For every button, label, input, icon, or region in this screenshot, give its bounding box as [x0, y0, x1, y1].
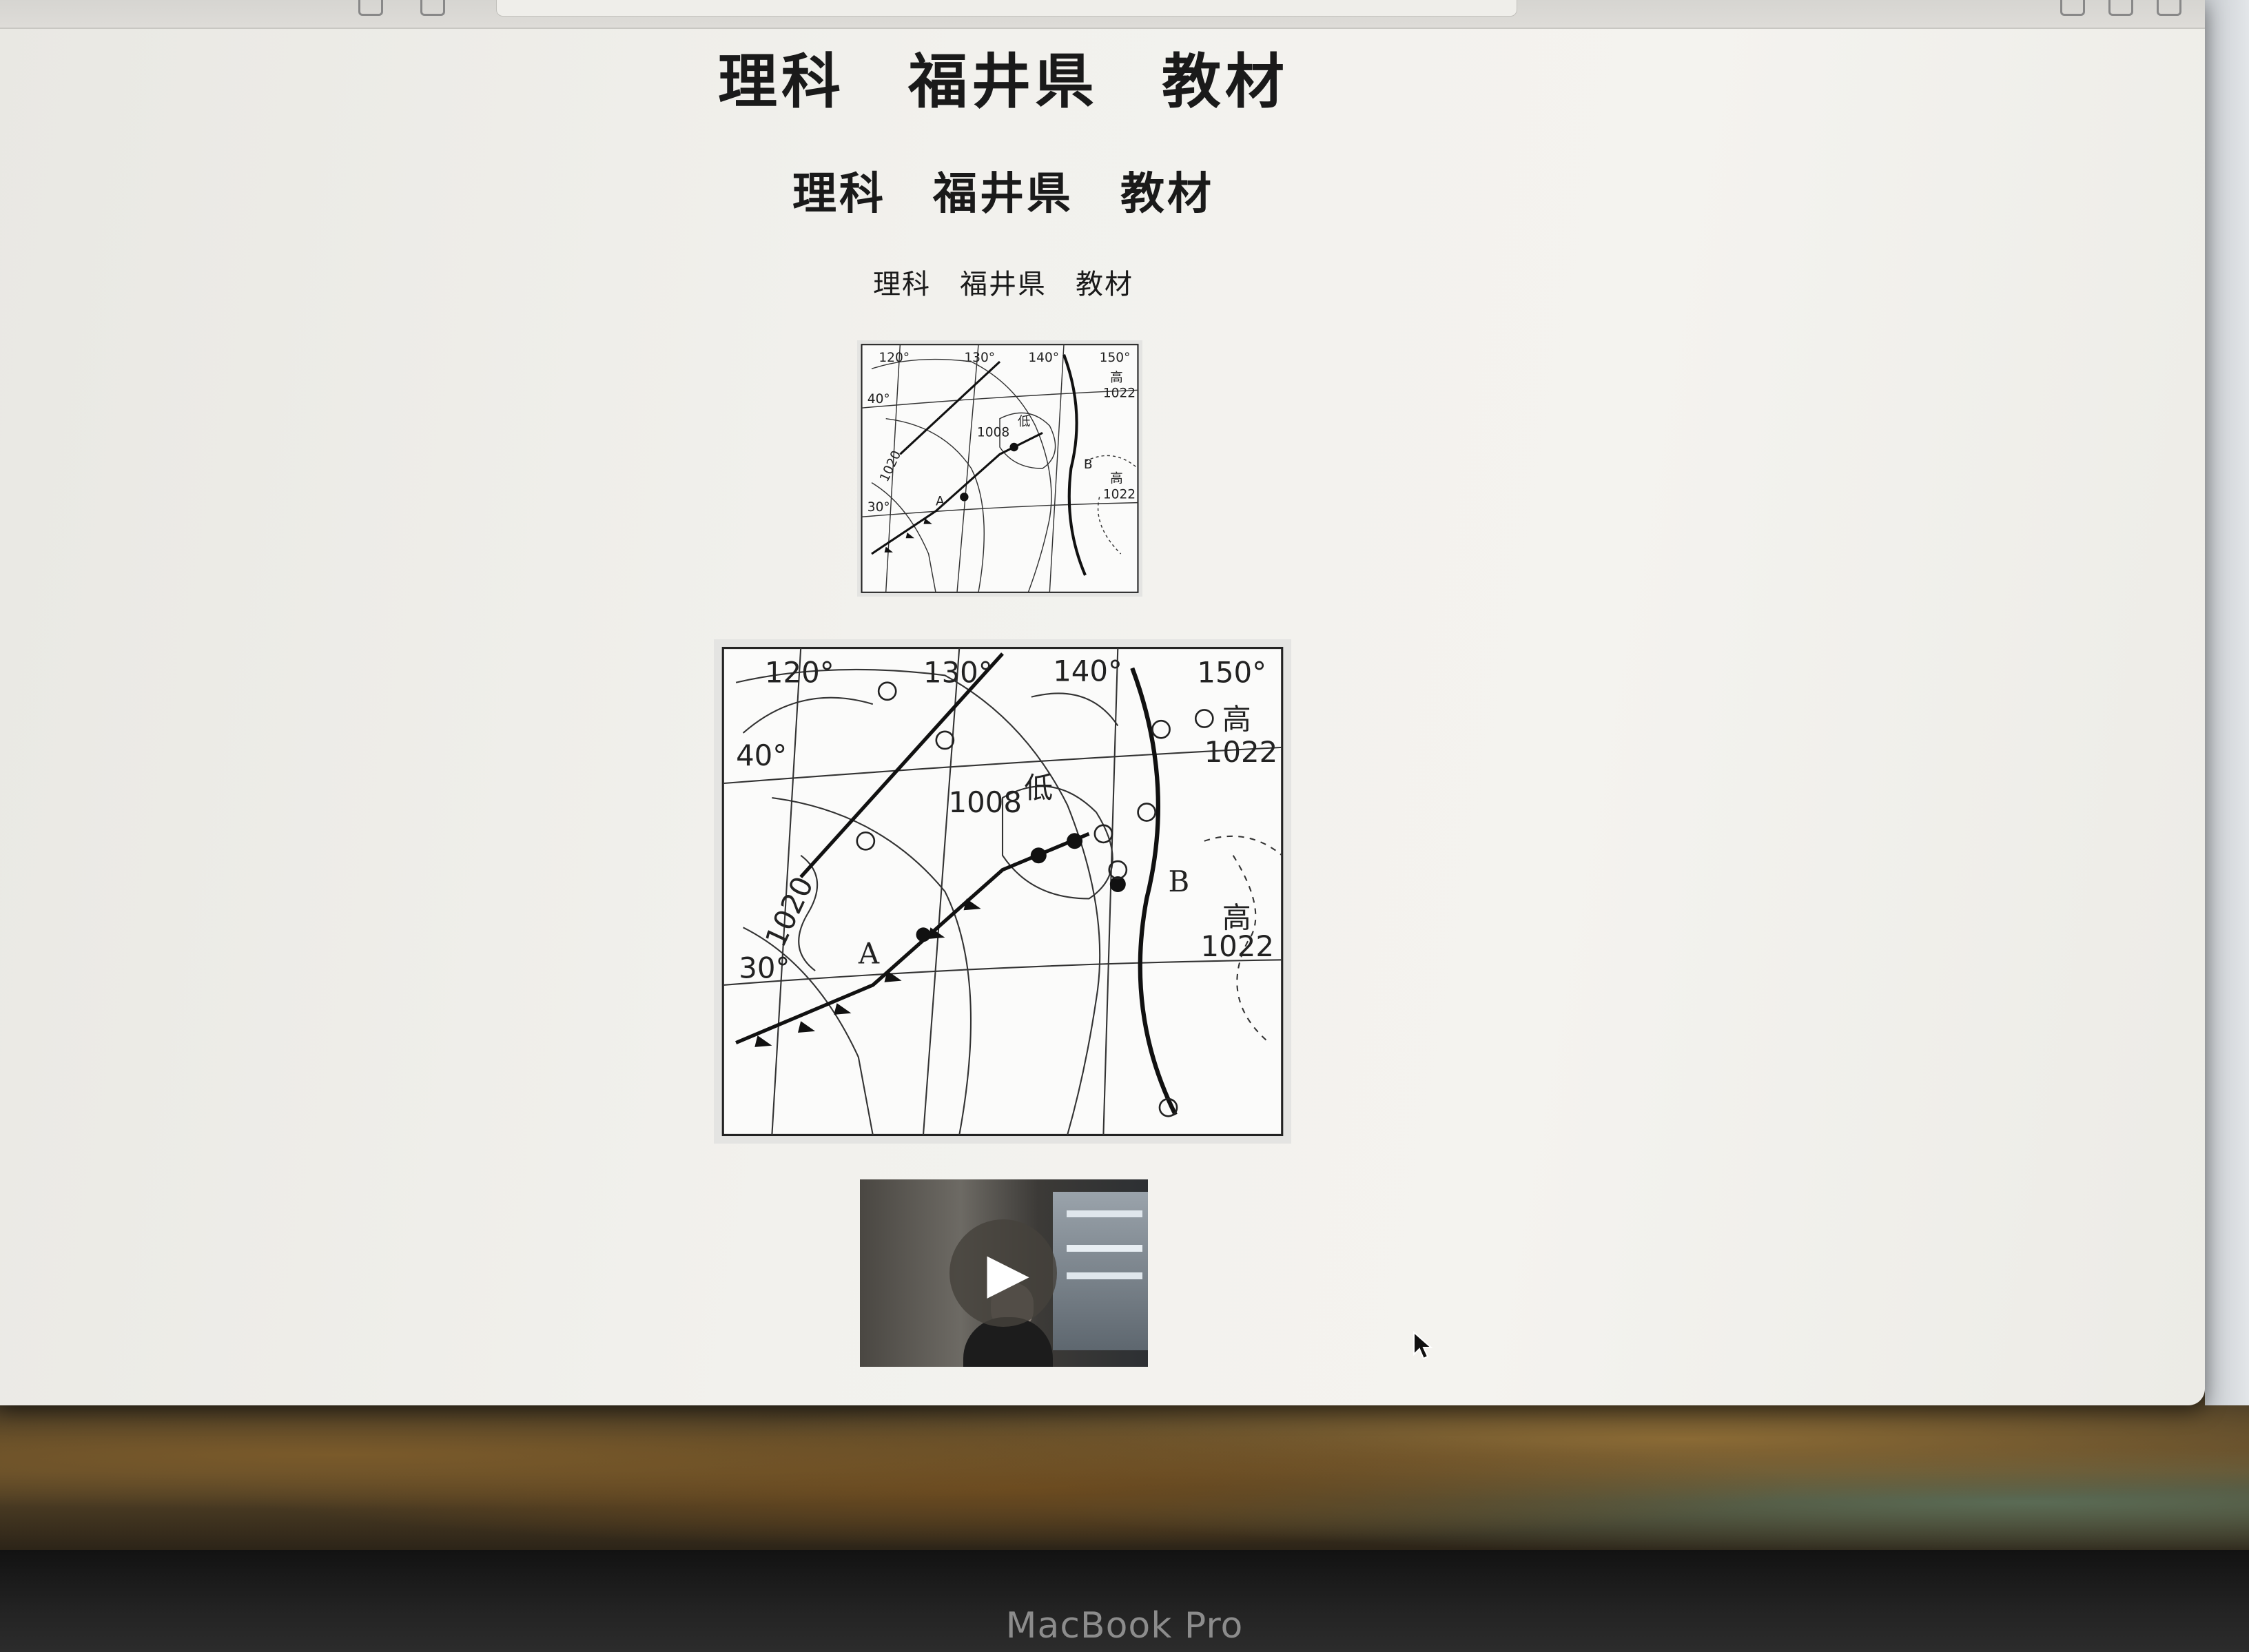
lon-140-small: 140°	[1028, 351, 1059, 365]
new-tab-icon[interactable]	[2108, 0, 2133, 16]
weather-map-thumbnail: 120° 130° 140° 150° 40° 30° 1008 1020 10…	[857, 340, 1142, 597]
video-player[interactable]: ▶	[860, 1179, 1148, 1367]
isobar-1022-small-b: 1022	[1103, 487, 1136, 502]
point-a-label: A	[858, 937, 880, 971]
desktop-wallpaper	[0, 1392, 2249, 1550]
lon-150: 150°	[1197, 656, 1266, 690]
address-bar[interactable]	[496, 0, 1517, 17]
lat-40: 40°	[736, 739, 787, 772]
lon-150-small: 150°	[1100, 351, 1131, 365]
point-b-label: B	[1169, 865, 1190, 898]
isobar-1022-north: 1022	[1204, 735, 1277, 769]
lon-140: 140°	[1053, 654, 1122, 688]
high-pressure-label-east: 高	[1222, 900, 1251, 934]
point-a-small: A	[936, 495, 945, 509]
high-label-small-b: 高	[1110, 472, 1123, 486]
background-window-edge	[2205, 0, 2249, 1405]
lon-130: 130°	[923, 656, 993, 690]
low-pressure-label: 低	[1024, 771, 1053, 805]
share-icon[interactable]	[2060, 0, 2085, 16]
low-label-small: 低	[1018, 415, 1031, 429]
weather-map-small-svg: 120° 130° 140° 150° 40° 30° 1008 1020 10…	[861, 344, 1139, 593]
mouse-cursor-icon	[1413, 1331, 1433, 1360]
high-label-small-a: 高	[1110, 371, 1123, 385]
page-subtitle: 理科 福井県 教材	[792, 168, 1214, 220]
forward-icon[interactable]	[420, 0, 445, 16]
browser-window: 理科 福井県 教材 理科 福井県 教材 理科 福井県 教材 120° 130° …	[0, 0, 2205, 1405]
isobar-1008-small: 1008	[977, 426, 1009, 440]
play-icon: ▶	[987, 1241, 1029, 1305]
page-content: 理科 福井県 教材 理科 福井県 教材 理科 福井県 教材 120° 130° …	[0, 28, 2205, 1405]
video-frame-window	[1053, 1192, 1148, 1350]
lon-120-small: 120°	[879, 351, 910, 365]
browser-toolbar	[0, 0, 2205, 29]
high-pressure-label-north: 高	[1222, 703, 1251, 736]
lon-130-small: 130°	[964, 351, 995, 365]
lat-30: 30°	[739, 951, 790, 984]
page-title: 理科 福井県 教材	[718, 47, 1288, 116]
lat-30-small: 30°	[867, 500, 890, 515]
bezel-label: MacBook Pro	[1005, 1605, 1244, 1646]
isobar-1008: 1008	[949, 785, 1022, 819]
page-caption: 理科 福井県 教材	[873, 269, 1133, 300]
video-frame-lights	[1067, 1245, 1142, 1252]
weather-map: 120° 130° 140° 150° 40° 30° 1008 1020 10…	[714, 639, 1291, 1144]
lon-120: 120°	[765, 656, 834, 690]
weather-map-svg: 120° 130° 140° 150° 40° 30° 1008 1020 10…	[721, 646, 1284, 1137]
lat-40-small: 40°	[867, 392, 890, 406]
point-b-small: B	[1084, 457, 1093, 472]
isobar-1022-small-a: 1022	[1103, 386, 1136, 401]
isobar-1022-east: 1022	[1201, 929, 1274, 963]
tabs-overview-icon[interactable]	[2157, 0, 2181, 16]
play-button[interactable]: ▶	[949, 1219, 1057, 1327]
back-icon[interactable]	[358, 0, 383, 16]
